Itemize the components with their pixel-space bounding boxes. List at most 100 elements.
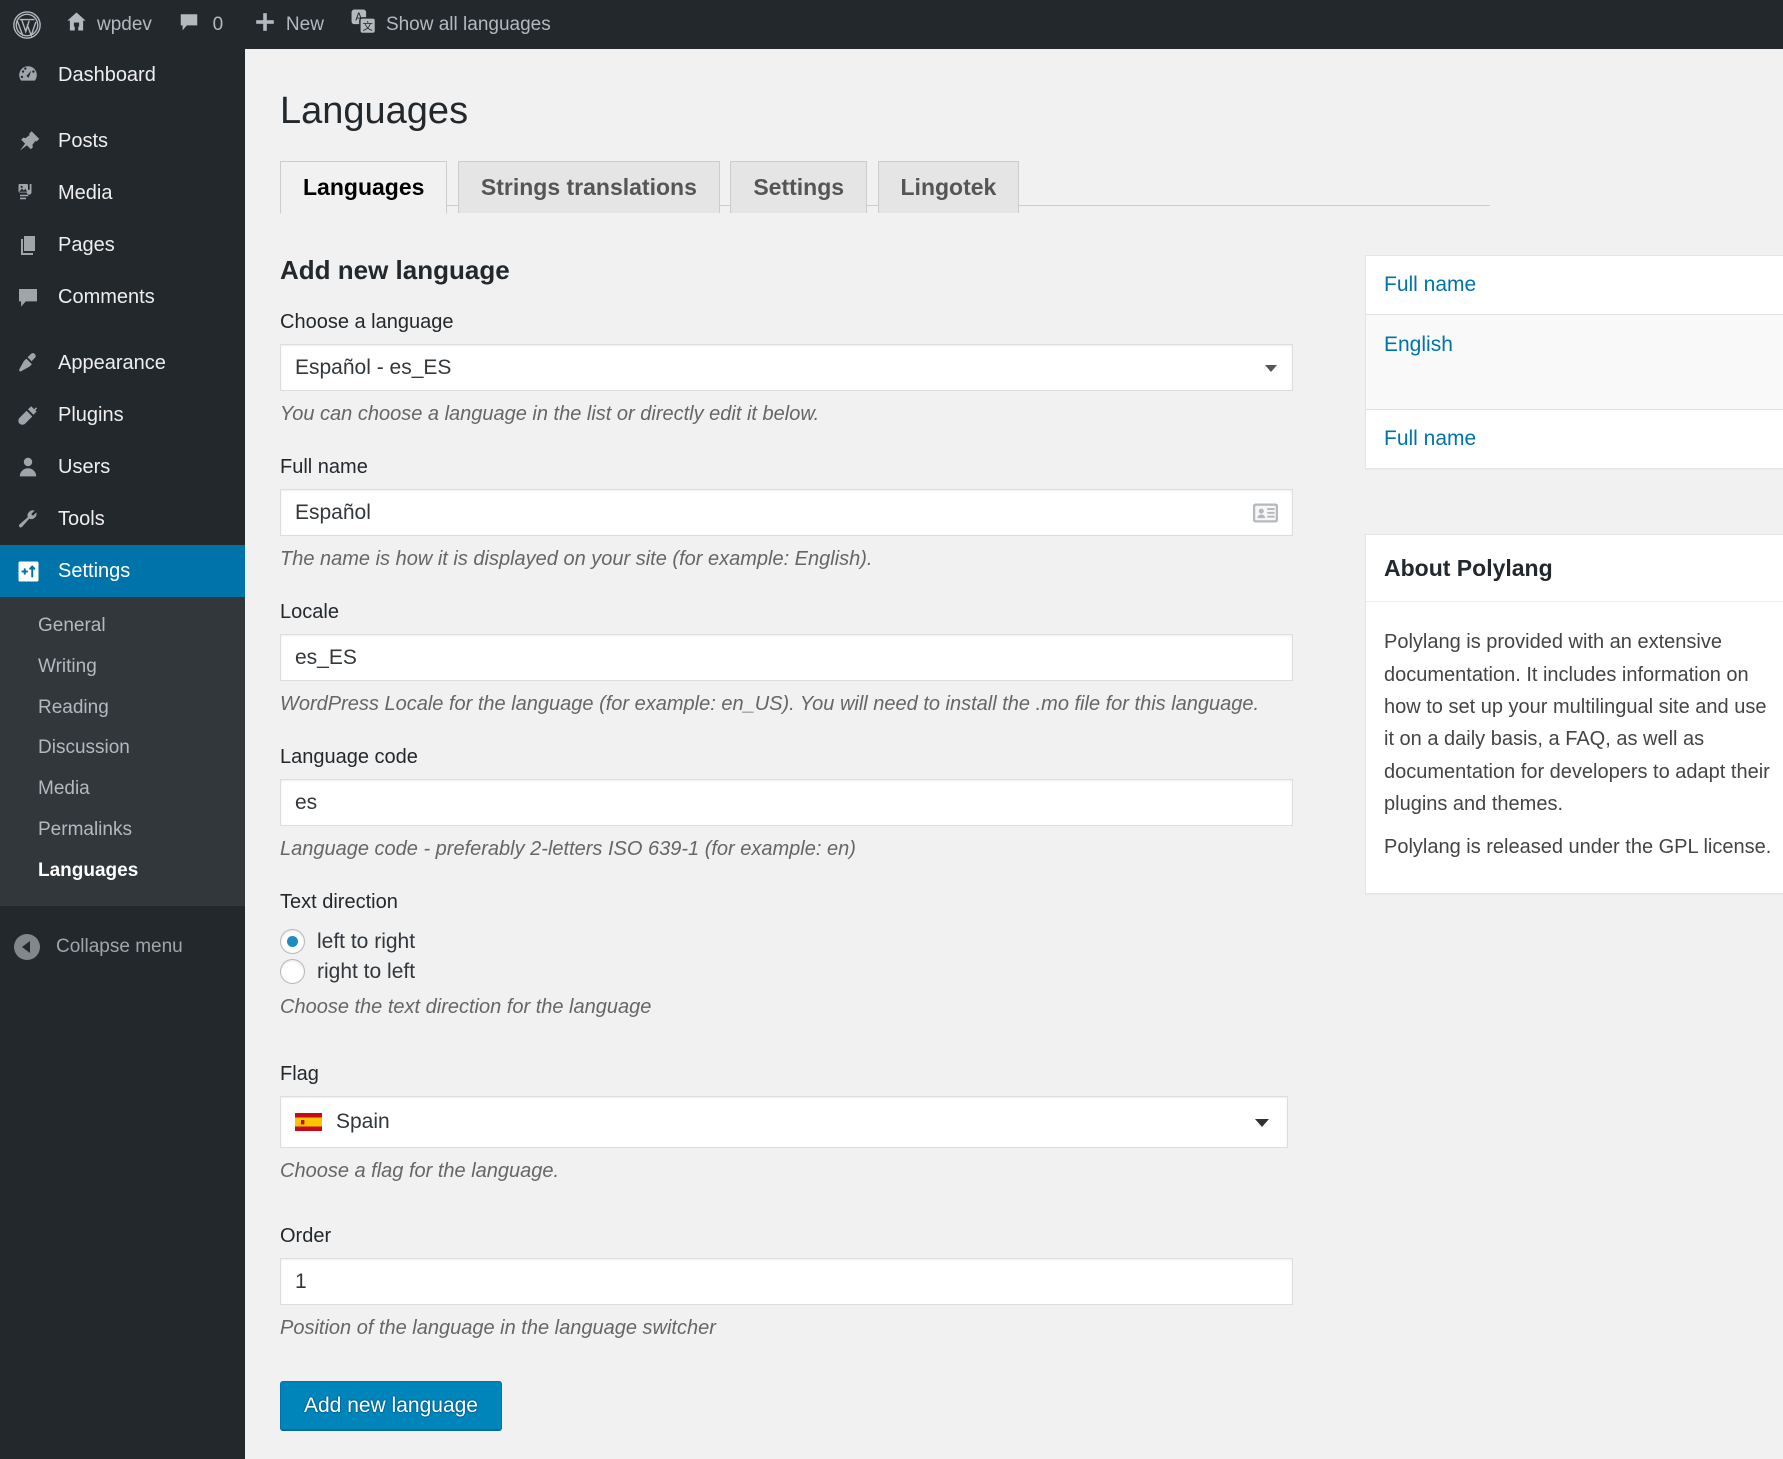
- comment-bubble-icon: [178, 11, 200, 39]
- radio-right-to-left[interactable]: right to left: [280, 959, 1340, 984]
- field-order: Order Position of the language in the la…: [280, 1222, 1340, 1343]
- radio-mark-icon: [280, 959, 305, 984]
- text-direction-label: Text direction: [280, 888, 1340, 924]
- content-area: Languages Languages Strings translations…: [245, 49, 1783, 1459]
- about-polylang-body: Polylang is provided with an extensive d…: [1366, 602, 1783, 893]
- tab-languages[interactable]: Languages: [280, 161, 447, 214]
- spain-flag-icon: [295, 1113, 322, 1131]
- dashboard-icon: [14, 61, 42, 89]
- about-polylang-title: About Polylang: [1366, 535, 1783, 602]
- flag-select[interactable]: Spain: [280, 1096, 1288, 1148]
- comments-count: 0: [209, 14, 227, 36]
- sidebar-item-label: Pages: [58, 234, 115, 257]
- language-code-description: Language code - preferably 2-letters ISO…: [280, 835, 1340, 864]
- language-code-label: Language code: [280, 743, 1340, 779]
- choose-language-label: Choose a language: [280, 308, 1340, 344]
- settings-sliders-icon: [14, 557, 42, 585]
- sidebar-item-label: Comments: [58, 286, 155, 309]
- sidebar-item-label: Plugins: [58, 404, 124, 427]
- full-name-description: The name is how it is displayed on your …: [280, 545, 1340, 574]
- show-all-languages-label: Show all languages: [386, 15, 551, 34]
- translate-icon: A 文: [350, 8, 377, 41]
- sidebar-item-label: Media: [58, 182, 112, 205]
- table-header-full-name[interactable]: Full name: [1366, 256, 1783, 315]
- collapse-menu-label: Collapse menu: [56, 936, 183, 958]
- form-heading: Add new language: [280, 255, 1340, 286]
- submenu-item-permalinks[interactable]: Permalinks: [0, 810, 245, 851]
- submenu-item-writing[interactable]: Writing: [0, 647, 245, 688]
- paintbrush-icon: [14, 349, 42, 377]
- choose-language-value[interactable]: [280, 344, 1293, 391]
- submenu-item-media[interactable]: Media: [0, 769, 245, 810]
- order-label: Order: [280, 1222, 1340, 1258]
- plug-icon: [14, 401, 42, 429]
- radio-left-to-right-label: left to right: [317, 931, 415, 952]
- svg-text:文: 文: [362, 20, 373, 33]
- menu-separator: [0, 323, 245, 337]
- flag-description: Choose a flag for the language.: [280, 1157, 1340, 1186]
- wordpress-logo-button[interactable]: [0, 0, 52, 49]
- field-language-code: Language code Language code - preferably…: [280, 743, 1340, 864]
- add-new-language-form: Add new language Choose a language You c…: [280, 255, 1340, 1430]
- admin-bar: wpdev 0 New A 文 Show all languages: [0, 0, 1783, 49]
- menu-separator: [0, 101, 245, 115]
- sidebar-item-tools[interactable]: Tools: [0, 493, 245, 545]
- flag-value: Spain: [336, 1110, 390, 1134]
- right-column: Full name English Full name About Polyla…: [1365, 255, 1783, 894]
- field-flag: Flag Spain Choose a flag for the languag…: [280, 1060, 1340, 1186]
- sidebar-item-plugins[interactable]: Plugins: [0, 389, 245, 441]
- about-polylang-paragraph: Polylang is released under the GPL licen…: [1384, 831, 1776, 863]
- chevron-left-circle-icon: [14, 934, 40, 960]
- language-code-input[interactable]: [280, 779, 1293, 826]
- sidebar-item-appearance[interactable]: Appearance: [0, 337, 245, 389]
- comments-button[interactable]: 0: [165, 0, 240, 49]
- collapse-menu-button[interactable]: Collapse menu: [0, 920, 245, 974]
- table-footer-full-name[interactable]: Full name: [1366, 409, 1783, 468]
- sidebar-item-label: Tools: [58, 508, 105, 531]
- full-name-input[interactable]: [280, 489, 1293, 536]
- sidebar-item-posts[interactable]: Posts: [0, 115, 245, 167]
- order-input[interactable]: [280, 1258, 1293, 1305]
- submenu-item-discussion[interactable]: Discussion: [0, 728, 245, 769]
- sidebar-item-comments[interactable]: Comments: [0, 271, 245, 323]
- site-name-button[interactable]: wpdev: [52, 0, 165, 49]
- radio-right-to-left-label: right to left: [317, 961, 415, 982]
- sidebar-item-label: Posts: [58, 130, 108, 153]
- table-cell-full-name[interactable]: English: [1384, 333, 1453, 356]
- sidebar-item-settings[interactable]: Settings: [0, 545, 245, 597]
- sidebar-item-label: Settings: [58, 560, 130, 583]
- show-all-languages-button[interactable]: A 文 Show all languages: [337, 0, 564, 49]
- table-row[interactable]: English: [1366, 315, 1783, 409]
- flag-label: Flag: [280, 1060, 1340, 1096]
- full-name-label: Full name: [280, 453, 1340, 489]
- locale-description: WordPress Locale for the language (for e…: [280, 690, 1340, 719]
- choose-language-select[interactable]: [280, 344, 1293, 391]
- new-content-button[interactable]: New: [240, 0, 337, 49]
- sidebar-item-dashboard[interactable]: Dashboard: [0, 49, 245, 101]
- sidebar-item-label: Appearance: [58, 352, 166, 375]
- contact-card-icon: [1252, 502, 1279, 523]
- tab-lingotek[interactable]: Lingotek: [878, 161, 1020, 213]
- submenu-item-languages[interactable]: Languages: [0, 851, 245, 892]
- field-locale: Locale WordPress Locale for the language…: [280, 598, 1340, 719]
- plus-icon: [253, 10, 277, 40]
- radio-left-to-right[interactable]: left to right: [280, 929, 1340, 954]
- wordpress-logo-icon: [12, 10, 42, 40]
- submenu-item-general[interactable]: General: [0, 606, 245, 647]
- tab-bar: Languages Strings translations Settings …: [280, 160, 1490, 206]
- new-content-label: New: [286, 15, 324, 34]
- tab-settings[interactable]: Settings: [730, 161, 867, 213]
- locale-input[interactable]: [280, 634, 1293, 681]
- sidebar-item-users[interactable]: Users: [0, 441, 245, 493]
- home-icon: [65, 10, 88, 39]
- languages-table: Full name English Full name: [1365, 255, 1783, 469]
- about-polylang-box: About Polylang Polylang is provided with…: [1365, 534, 1783, 894]
- pin-icon: [14, 127, 42, 155]
- submenu-item-reading[interactable]: Reading: [0, 688, 245, 729]
- field-full-name: Full name: [280, 453, 1340, 574]
- choose-language-description: You can choose a language in the list or…: [280, 400, 1340, 429]
- tab-strings-translations[interactable]: Strings translations: [458, 161, 720, 213]
- sidebar-item-media[interactable]: Media: [0, 167, 245, 219]
- sidebar-item-pages[interactable]: Pages: [0, 219, 245, 271]
- add-new-language-button[interactable]: Add new language: [280, 1381, 502, 1430]
